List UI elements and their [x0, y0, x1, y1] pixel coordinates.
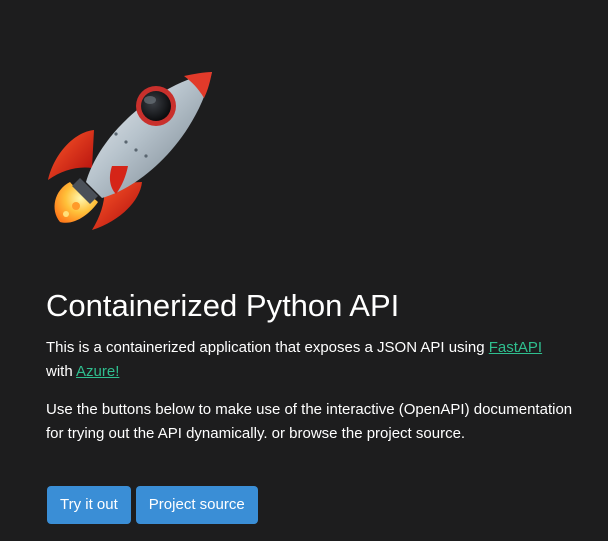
intro-text: This is a containerized application that… — [46, 339, 543, 380]
fastapi-link[interactable]: FastAPI — [489, 339, 542, 356]
project-source-button[interactable]: Project source — [135, 486, 258, 524]
button-group: Try it out Project source — [47, 486, 258, 524]
intro-text-before: This is a containerized application that… — [46, 339, 489, 356]
azure-link[interactable]: Azure! — [76, 363, 119, 380]
page-title: Containerized Python API — [46, 288, 400, 323]
rocket-icon — [46, 70, 214, 232]
try-it-out-button[interactable]: Try it out — [47, 486, 131, 524]
description-text: Use the buttons below to make use of the… — [46, 401, 573, 442]
page: Containerized Python API This is a conta… — [0, 0, 608, 541]
